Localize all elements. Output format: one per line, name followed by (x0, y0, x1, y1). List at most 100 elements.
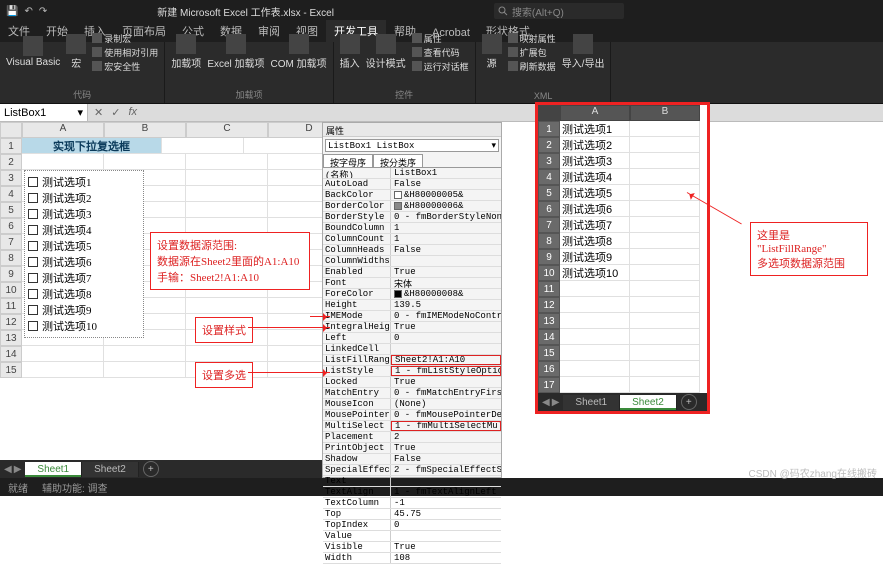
listbox-item[interactable]: 测试选项3 (28, 206, 140, 222)
refresh-button[interactable]: 刷新数据 (508, 60, 556, 73)
property-row[interactable]: ForeColor&H80000008& (323, 289, 501, 300)
property-row[interactable]: EnabledTrue (323, 267, 501, 278)
property-row[interactable]: AutoLoadFalse (323, 179, 501, 190)
property-row[interactable]: (名称)ListBox1 (323, 168, 501, 179)
relative-ref-button[interactable]: 使用相对引用 (92, 46, 158, 59)
visual-basic-button[interactable]: Visual Basic (6, 36, 60, 68)
property-row[interactable]: MouseIcon(None) (323, 399, 501, 410)
property-row[interactable]: Placement2 (323, 432, 501, 443)
macro-button[interactable]: 宏 (66, 34, 86, 70)
property-row[interactable]: MousePointer0 - fmMousePointerDefault (323, 410, 501, 421)
import-export-button[interactable]: 导入/导出 (562, 34, 605, 70)
property-row[interactable]: Top45.75 (323, 509, 501, 520)
property-row[interactable]: SpecialEffect2 - fmSpecialEffectSunken (323, 465, 501, 476)
arrow-2 (248, 327, 330, 328)
sheet-tab-2[interactable]: Sheet2 (620, 395, 677, 410)
search-box[interactable]: 搜索(Alt+Q) (494, 3, 624, 19)
property-row[interactable]: Font宋体 (323, 278, 501, 289)
callout-multi: 设置多选 (195, 362, 253, 388)
listbox-item[interactable]: 测试选项6 (28, 254, 140, 270)
property-row[interactable]: BoundColumn1 (323, 223, 501, 234)
property-row[interactable]: IMEMode0 - fmIMEModeNoControl (323, 311, 501, 322)
checkbox-icon[interactable] (28, 289, 38, 299)
map-props-button[interactable]: 映射属性 (508, 32, 556, 45)
property-row[interactable]: LinkedCell (323, 344, 501, 355)
macro-security-button[interactable]: 宏安全性 (92, 60, 158, 73)
formula-bar: ListBox1▾ ✕✓fx (0, 104, 883, 122)
tab-nav-prev[interactable]: ◀ (4, 464, 12, 475)
checkbox-icon[interactable] (28, 177, 38, 187)
property-row[interactable]: Height139.5 (323, 300, 501, 311)
addin-button[interactable]: 加载项 (171, 34, 201, 70)
view-code-button[interactable]: 查看代码 (412, 46, 469, 59)
property-row[interactable]: LockedTrue (323, 377, 501, 388)
props-title: 属性 (323, 123, 501, 137)
listbox-item[interactable]: 测试选项7 (28, 270, 140, 286)
property-row[interactable]: PrintObjectTrue (323, 443, 501, 454)
undo-icon[interactable]: ↶ (24, 6, 32, 17)
property-row[interactable]: ColumnCount1 (323, 234, 501, 245)
properties-pane: 属性 ListBox1 ListBox▾ 按字母序 按分类序 (名称)ListB… (322, 122, 502, 478)
sheet-tab-2[interactable]: Sheet2 (82, 462, 139, 477)
checkbox-icon[interactable] (28, 193, 38, 203)
property-row[interactable]: IntegralHeightTrue (323, 322, 501, 333)
property-row[interactable]: VisibleTrue (323, 542, 501, 553)
checkbox-icon[interactable] (28, 305, 38, 315)
sheet-tab-1[interactable]: Sheet1 (25, 462, 82, 477)
chevron-down-icon[interactable]: ▾ (77, 106, 83, 119)
property-row[interactable]: ListStyle1 - fmListStyleOption (323, 366, 501, 377)
props-tab-alpha[interactable]: 按字母序 (323, 154, 373, 167)
listbox-control[interactable]: 测试选项1测试选项2测试选项3测试选项4测试选项5测试选项6测试选项7测试选项8… (24, 170, 144, 338)
property-row[interactable]: MultiSelect1 - fmMultiSelectMulti (323, 421, 501, 432)
com-addin-button[interactable]: COM 加载项 (271, 34, 327, 70)
checkbox-icon[interactable] (28, 241, 38, 251)
listbox-item[interactable]: 测试选项9 (28, 302, 140, 318)
property-row[interactable]: TextAlign1 - fmTextAlignLeft (323, 487, 501, 498)
arrow-1 (310, 316, 330, 317)
property-row[interactable]: BorderStyle0 - fmBorderStyleNone (323, 212, 501, 223)
checkbox-icon[interactable] (28, 209, 38, 219)
properties-button[interactable]: 属性 (412, 32, 469, 45)
save-icon[interactable]: 💾 (6, 6, 18, 17)
run-dialog-button[interactable]: 运行对话框 (412, 60, 469, 73)
checkbox-icon[interactable] (28, 257, 38, 267)
listbox-item[interactable]: 测试选项2 (28, 190, 140, 206)
tab-nav-next[interactable]: ▶ (14, 464, 22, 475)
insert-control-button[interactable]: 插入 (340, 34, 360, 70)
checkbox-icon[interactable] (28, 225, 38, 235)
checkbox-icon[interactable] (28, 273, 38, 283)
chevron-down-icon: ▾ (491, 141, 496, 151)
property-row[interactable]: Left0 (323, 333, 501, 344)
property-row[interactable]: ShadowFalse (323, 454, 501, 465)
listbox-item[interactable]: 测试选项10 (28, 318, 140, 334)
name-box[interactable]: ListBox1▾ (0, 104, 88, 121)
property-row[interactable]: Width108 (323, 553, 501, 564)
listbox-item[interactable]: 测试选项4 (28, 222, 140, 238)
callout-right: 这里是 "ListFillRange" 多选项数据源范围 (750, 222, 868, 276)
listbox-item[interactable]: 测试选项5 (28, 238, 140, 254)
expansion-button[interactable]: 扩展包 (508, 46, 556, 59)
record-macro-button[interactable]: 录制宏 (92, 32, 158, 45)
source-button[interactable]: 源 (482, 34, 502, 70)
add-sheet-button[interactable]: + (681, 394, 697, 410)
property-row[interactable]: ListFillRangeSheet2!A1:A10 (323, 355, 501, 366)
props-object-select[interactable]: ListBox1 ListBox▾ (325, 139, 499, 152)
property-row[interactable]: BackColor&H80000005& (323, 190, 501, 201)
listbox-item[interactable]: 测试选项8 (28, 286, 140, 302)
design-mode-button[interactable]: 设计模式 (366, 34, 406, 70)
property-row[interactable]: Text (323, 476, 501, 487)
add-sheet-button[interactable]: + (143, 461, 159, 477)
property-row[interactable]: Value (323, 531, 501, 542)
props-tab-category[interactable]: 按分类序 (373, 154, 423, 167)
fx-icon[interactable]: fx (128, 106, 137, 119)
property-row[interactable]: ColumnHeadsFalse (323, 245, 501, 256)
property-row[interactable]: ColumnWidths (323, 256, 501, 267)
listbox-item[interactable]: 测试选项1 (28, 174, 140, 190)
checkbox-icon[interactable] (28, 321, 38, 331)
property-row[interactable]: MatchEntry0 - fmMatchEntryFirstLetter (323, 388, 501, 399)
sheet-tab-1[interactable]: Sheet1 (563, 395, 620, 410)
property-row[interactable]: BorderColor&H80000006& (323, 201, 501, 212)
excel-addin-button[interactable]: Excel 加载项 (207, 34, 264, 70)
redo-icon[interactable]: ↷ (39, 6, 47, 17)
property-row[interactable]: TopIndex0 (323, 520, 501, 531)
